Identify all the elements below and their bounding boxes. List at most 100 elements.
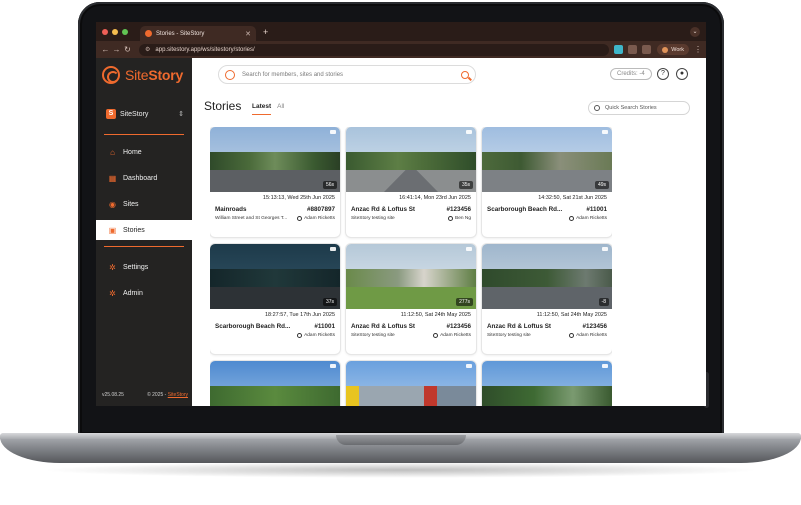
story-user: Adam Ricketts [576, 216, 607, 221]
user-account-icon[interactable]: ● [676, 68, 688, 80]
story-card[interactable]: 49s 14:32:50, Sat 21st Jun 2025 Scarboro… [482, 127, 612, 237]
chevron-up-down-icon: ⇕ [178, 111, 184, 118]
search-icon[interactable] [461, 70, 469, 79]
story-thumbnail [346, 361, 476, 406]
sidebar-divider [104, 246, 184, 247]
window-close-button[interactable] [102, 28, 108, 35]
user-icon [448, 216, 453, 221]
story-user: Adam Ricketts [304, 333, 335, 338]
user-icon [569, 216, 575, 221]
sidebar-item-stories[interactable]: ▣ Stories [96, 220, 192, 240]
sitestory-favicon-icon [145, 30, 152, 37]
story-thumbnail [210, 361, 340, 406]
download-icon[interactable] [642, 45, 652, 54]
help-icon[interactable]: ? [657, 68, 669, 80]
video-icon [466, 247, 472, 251]
close-tab-icon[interactable]: ✕ [245, 30, 251, 38]
window-zoom-button[interactable] [122, 28, 128, 35]
duration-badge: 277s [456, 298, 473, 306]
sidebar-item-label: Home [123, 148, 142, 156]
story-user: Adam Ricketts [576, 333, 607, 338]
home-icon: ⌂ [110, 147, 115, 157]
tab-all[interactable]: All [277, 103, 284, 115]
story-id: #8807897 [306, 206, 335, 213]
video-icon [466, 130, 472, 134]
quick-search-placeholder: Quick Search Stories [605, 105, 657, 111]
quick-search-input[interactable]: Quick Search Stories [588, 101, 690, 115]
story-card[interactable]: 37s 18:27:57, Tue 17th Jun 2025 Scarboro… [210, 244, 340, 354]
sidebar-item-label: Sites [123, 200, 139, 208]
story-thumbnail: 56s [210, 127, 340, 192]
duration-badge: 37s [322, 298, 337, 306]
extension-icon[interactable] [614, 45, 624, 54]
browser-addressbar: ← → ↻ ⚙ app.sitestory.app/ws/sitestory/s… [96, 41, 706, 58]
story-id: #123456 [446, 323, 471, 330]
sidebar-item-label: Settings [123, 263, 149, 271]
main-content: Search for members, sites and stories Cr… [192, 58, 706, 406]
screen: Stories - SiteStory ✕ + ⌄ ← → ↻ ⚙ app.si… [96, 22, 706, 406]
sidebar-item-sites[interactable]: ◉ Sites [96, 194, 192, 214]
laptop-notch [336, 435, 466, 445]
story-user: Ben Ng [455, 216, 471, 221]
browser-tab[interactable]: Stories - SiteStory ✕ [140, 26, 256, 41]
back-arrow-icon[interactable]: ← [100, 45, 111, 54]
reload-icon[interactable]: ↻ [122, 45, 133, 54]
sidebar-item-label: Stories [123, 226, 145, 234]
new-tab-icon[interactable]: + [263, 27, 268, 37]
stories-tabs: Latest All [252, 103, 290, 115]
sitestory-logo-icon [225, 69, 235, 80]
story-card[interactable]: 35s 16:41:14, Mon 23rd Jun 2025 Anzac Rd… [346, 127, 476, 237]
tab-latest[interactable]: Latest [252, 103, 272, 115]
search-input[interactable]: Search for members, sites and stories [242, 72, 461, 78]
tab-title: Stories - SiteStory [156, 30, 205, 37]
forward-arrow-icon[interactable]: → [111, 45, 122, 54]
video-icon [602, 130, 608, 134]
page-title: Stories [204, 99, 242, 113]
window-minimize-button[interactable] [112, 28, 118, 35]
story-id: #11001 [586, 206, 607, 213]
copyright-link[interactable]: SiteStory [168, 392, 188, 398]
story-card[interactable]: 277s 11:12:50, Sat 24th May 2025 Anzac R… [346, 244, 476, 354]
tab-search-icon[interactable]: ⌄ [690, 26, 700, 37]
url-bar[interactable]: ⚙ app.sitestory.app/ws/sitestory/stories… [139, 43, 610, 56]
sidebar-divider [104, 134, 184, 135]
story-subtitle: SiteStory testing site [351, 333, 395, 338]
sidebar-item-home[interactable]: ⌂ Home [96, 142, 192, 162]
workspace-switcher[interactable]: S SiteStory ⇕ [106, 107, 184, 121]
sidebar-item-admin[interactable]: ✲ Admin [96, 283, 192, 303]
sidebar-item-dashboard[interactable]: ▦ Dashboard [96, 168, 192, 188]
duration-badge: 49s [594, 181, 609, 189]
story-id: #123456 [582, 323, 607, 330]
story-thumbnail: 49s [482, 127, 612, 192]
browser-menu-icon[interactable]: ⋮ [694, 45, 702, 54]
story-card[interactable] [346, 361, 476, 406]
extensions-puzzle-icon[interactable] [628, 45, 638, 54]
browser-tabbar: Stories - SiteStory ✕ + ⌄ [96, 22, 706, 41]
global-search[interactable]: Search for members, sites and stories [218, 65, 476, 84]
credits-badge[interactable]: Credits: -4 [610, 68, 652, 80]
story-date: 11:12:50, Sat 24th May 2025 [400, 312, 471, 318]
story-card[interactable] [210, 361, 340, 406]
sitestory-logo[interactable]: SiteStory [102, 66, 183, 84]
story-card[interactable] [482, 361, 612, 406]
profile-button[interactable]: Work [657, 44, 689, 55]
story-card[interactable]: 56s 15:13:13, Wed 25th Jun 2025 Mainroad… [210, 127, 340, 237]
video-icon [602, 364, 608, 368]
story-card[interactable]: -8 11:12:50, Sat 24th May 2025 Anzac Rd … [482, 244, 612, 354]
sidebar-item-settings[interactable]: ✲ Settings [96, 257, 192, 277]
story-date: 11:12:50, Sat 24th May 2025 [536, 312, 607, 318]
gear-icon: ✲ [109, 262, 116, 272]
story-title: Anzac Rd & Loftus St [351, 206, 416, 213]
story-user: Adam Ricketts [304, 216, 335, 221]
url-text: app.sitestory.app/ws/sitestory/stories/ [155, 46, 255, 53]
story-date: 14:32:50, Sat 21st Jun 2025 [538, 195, 607, 201]
sitestory-logo-icon [102, 66, 120, 84]
sidebar-item-label: Admin [123, 289, 143, 297]
story-user: Adam Ricketts [440, 333, 471, 338]
site-info-icon[interactable]: ⚙ [145, 46, 150, 53]
story-subtitle: William Street and St Georges T... [215, 216, 288, 221]
user-icon [297, 333, 303, 338]
story-title: Scarborough Beach Rd... [215, 323, 291, 330]
profile-label: Work [671, 46, 684, 53]
logo-text: SiteStory [125, 67, 184, 83]
